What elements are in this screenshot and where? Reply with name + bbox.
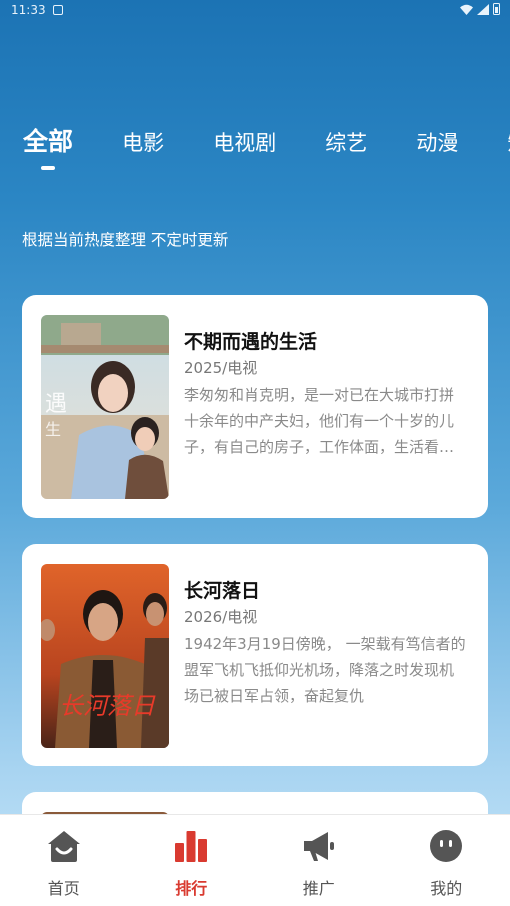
category-tabs: 全部 电影 电视剧 综艺 动漫 短 — [23, 122, 510, 182]
item-info: 不期而遇的生活 2025/电视 李匆匆和肖克明，是一对已在大城市打拼十余年的中产… — [184, 330, 468, 460]
nav-item-ranking[interactable]: 排行 — [128, 815, 256, 906]
item-meta: 2025/电视 — [184, 359, 258, 377]
signal-icon — [477, 3, 489, 15]
active-tab-indicator — [41, 166, 55, 170]
item-description: 李匆匆和肖克明，是一对已在大城市打拼十余年的中产夫妇，他们有一个十岁的儿子，有自… — [184, 386, 455, 456]
nav-label: 排行 — [175, 879, 208, 898]
status-time: 11:33 — [11, 3, 46, 17]
nav-label: 我的 — [430, 879, 463, 898]
status-icons — [460, 3, 500, 15]
wifi-icon — [460, 4, 473, 15]
ranking-icon — [175, 831, 208, 862]
poster-image: 遇 生 — [41, 315, 169, 499]
profile-icon — [430, 830, 463, 862]
item-info: 长河落日 2026/电视 1942年3月19日傍晚， 一架载有笃信者的盟军飞机飞… — [184, 579, 468, 709]
tab-anime[interactable]: 动漫 — [416, 127, 458, 157]
tab-movies[interactable]: 电影 — [122, 127, 164, 157]
item-title: 长河落日 — [184, 580, 261, 602]
ranking-subtitle: 根据当前热度整理 不定时更新 — [22, 231, 229, 249]
nav-item-profile[interactable]: 我的 — [383, 815, 510, 906]
tab-all[interactable]: 全部 — [23, 122, 74, 170]
tab-tv-series[interactable]: 电视剧 — [213, 127, 276, 157]
notification-icon — [53, 5, 63, 15]
nav-item-home[interactable]: 首页 — [0, 815, 128, 906]
svg-text:长河落日: 长河落日 — [59, 692, 156, 720]
item-title: 不期而遇的生活 — [184, 331, 318, 353]
nav-item-promotion[interactable]: 推广 — [255, 815, 383, 906]
poster-image: 长河落日 — [41, 564, 169, 748]
item-description: 1942年3月19日傍晚， 一架载有笃信者的盟军飞机飞抵仰光机场，降落之时发现机… — [184, 635, 466, 705]
tab-label: 全部 — [23, 127, 74, 156]
list-item[interactable]: 遇 生 不期而遇的生活 2025/电视 李匆匆和肖克明，是一对已在大城市打拼十余… — [22, 295, 488, 518]
item-meta: 2026/电视 — [184, 608, 258, 626]
nav-label: 首页 — [47, 879, 80, 898]
tab-variety[interactable]: 综艺 — [325, 127, 367, 157]
bottom-nav: 首页 排行 推广 我的 — [0, 814, 510, 906]
battery-icon — [493, 3, 500, 15]
megaphone-icon — [303, 832, 334, 861]
svg-text:生: 生 — [45, 420, 61, 439]
list-item[interactable]: 长河落日 长河落日 2026/电视 1942年3月19日傍晚， 一架载有笃信者的… — [22, 544, 488, 766]
home-icon — [47, 831, 80, 862]
nav-label: 推广 — [302, 879, 335, 898]
svg-text:遇: 遇 — [45, 392, 67, 417]
status-bar: 11:33 — [0, 0, 510, 22]
